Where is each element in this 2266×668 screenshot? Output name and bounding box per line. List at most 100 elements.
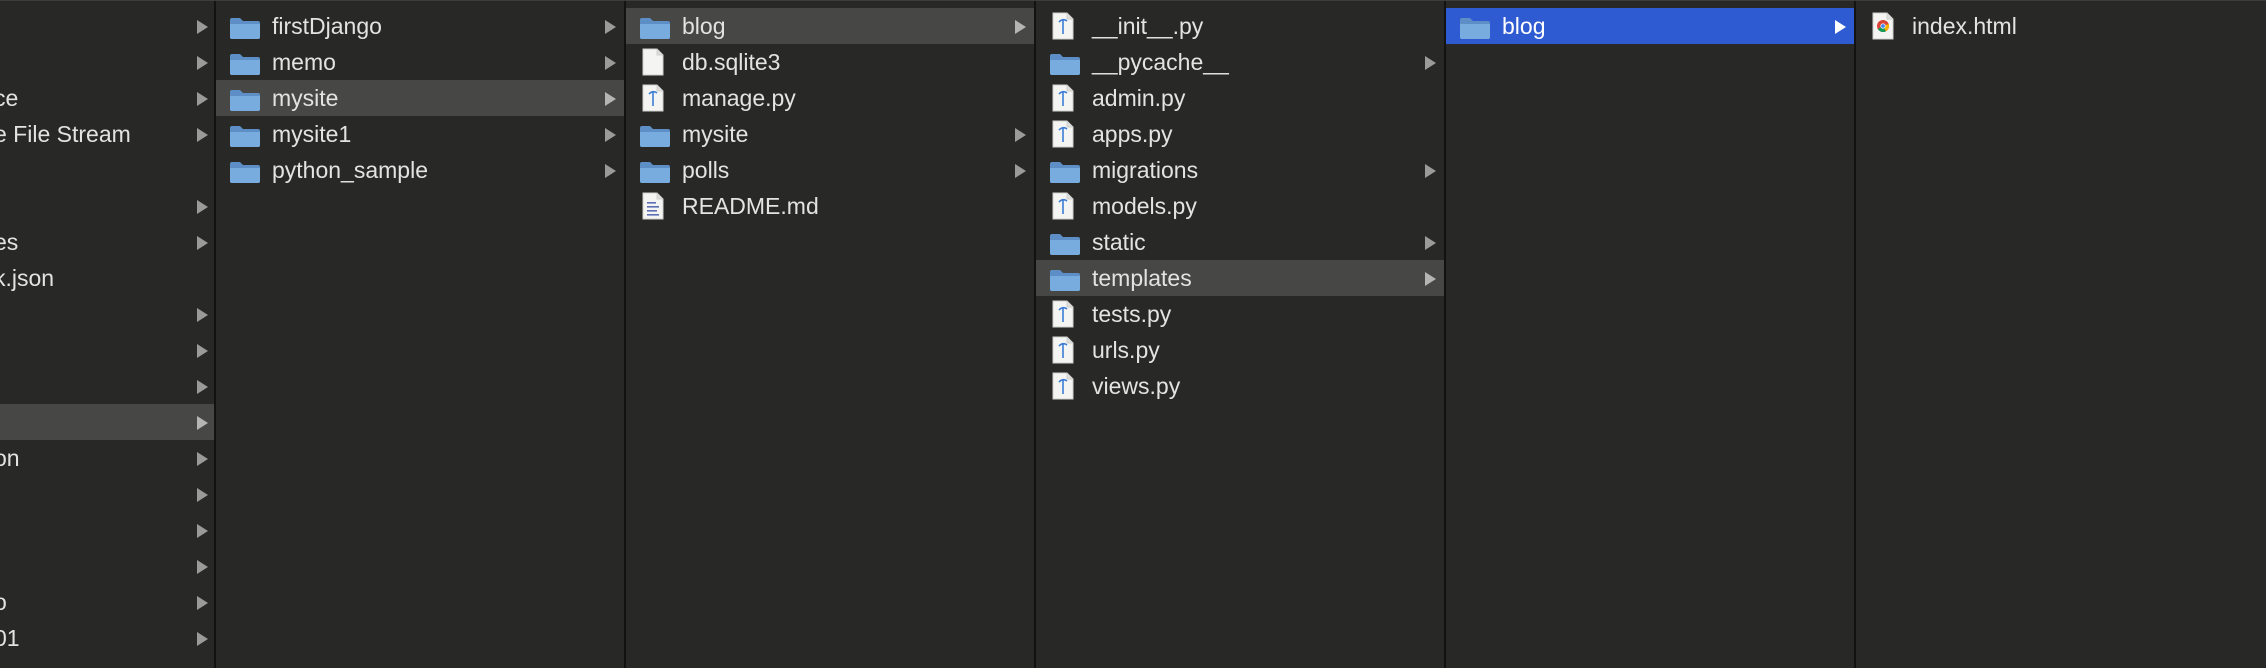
folder-icon — [1048, 266, 1082, 291]
column-parent-cutoff[interactable]: ce e File Stream es k.json on o 01 — [0, 1, 216, 668]
column-templates[interactable]: blog — [1446, 1, 1856, 668]
list-item-migrations[interactable]: migrations — [1036, 152, 1444, 188]
item-label: migrations — [1092, 157, 1199, 183]
list-item-mysite[interactable]: mysite — [626, 116, 1034, 152]
disclosure-arrow-icon — [1425, 164, 1436, 178]
folder-icon — [638, 158, 672, 183]
item-label: static — [1092, 229, 1146, 255]
disclosure-arrow-icon — [197, 236, 208, 250]
disclosure-arrow-icon — [1425, 272, 1436, 286]
list-item[interactable] — [0, 368, 214, 404]
item-label: templates — [1092, 265, 1192, 291]
disclosure-arrow-icon — [197, 128, 208, 142]
column-projects[interactable]: firstDjango memo mysite mysite1 python_sampl… — [216, 1, 626, 668]
disclosure-arrow-icon — [197, 452, 208, 466]
folder-icon — [1458, 14, 1492, 39]
disclosure-arrow-icon — [197, 308, 208, 322]
item-label: tests.py — [1092, 301, 1172, 327]
list-item-apps-py[interactable]: apps.py — [1036, 116, 1444, 152]
folder-icon — [228, 86, 262, 111]
disclosure-arrow-icon — [197, 200, 208, 214]
disclosure-arrow-icon — [1425, 236, 1436, 250]
list-item-init-py[interactable]: __init__.py — [1036, 8, 1444, 44]
item-label: memo — [272, 49, 336, 75]
list-item-db-sqlite3[interactable]: db.sqlite3 — [626, 44, 1034, 80]
item-label: models.py — [1092, 193, 1197, 219]
list-item[interactable] — [0, 44, 214, 80]
list-item[interactable] — [0, 404, 214, 440]
list-item-polls[interactable]: polls — [626, 152, 1034, 188]
disclosure-arrow-icon — [1835, 20, 1846, 34]
list-item[interactable] — [0, 476, 214, 512]
list-item-blog[interactable]: blog — [1446, 8, 1854, 44]
finder-column-browser: ce e File Stream es k.json on o 01 firstDjango… — [0, 0, 2266, 668]
item-label: polls — [682, 157, 730, 183]
disclosure-arrow-icon — [605, 92, 616, 106]
list-item-o[interactable]: o — [0, 584, 214, 620]
disclosure-arrow-icon — [605, 128, 616, 142]
disclosure-arrow-icon — [1425, 56, 1436, 70]
item-label: __init__.py — [1092, 13, 1204, 39]
item-label: e File Stream — [0, 121, 131, 147]
list-item-views-py[interactable]: views.py — [1036, 368, 1444, 404]
list-item-pycache[interactable]: __pycache__ — [1036, 44, 1444, 80]
list-item-index-html[interactable]: index.html — [1856, 8, 2266, 44]
list-item-static[interactable]: static — [1036, 224, 1444, 260]
list-item-blog[interactable]: blog — [626, 8, 1034, 44]
list-item-python-sample[interactable]: python_sample — [216, 152, 624, 188]
column-blog-app[interactable]: __init__.py __pycache__ admin.py apps.py mig… — [1036, 1, 1446, 668]
folder-icon — [228, 50, 262, 75]
python-file-icon — [1052, 336, 1074, 364]
list-item-memo[interactable]: memo — [216, 44, 624, 80]
text-file-icon — [642, 192, 664, 220]
list-item-urls-py[interactable]: urls.py — [1036, 332, 1444, 368]
list-item-on[interactable]: on — [0, 440, 214, 476]
list-item-readme-md[interactable]: README.md — [626, 188, 1034, 224]
list-item-manage-py[interactable]: manage.py — [626, 80, 1034, 116]
list-item-es[interactable]: es — [0, 224, 214, 260]
chrome-html-file-icon — [1872, 12, 1894, 40]
list-item[interactable] — [0, 188, 214, 224]
disclosure-arrow-icon — [197, 56, 208, 70]
item-label: admin.py — [1092, 85, 1186, 111]
blank-file-icon — [642, 48, 664, 76]
list-item-tests-py[interactable]: tests.py — [1036, 296, 1444, 332]
list-item[interactable] — [0, 548, 214, 584]
item-label: python_sample — [272, 157, 428, 183]
list-item-templates[interactable]: templates — [1036, 260, 1444, 296]
item-label: views.py — [1092, 373, 1181, 399]
disclosure-arrow-icon — [197, 596, 208, 610]
list-item[interactable] — [0, 296, 214, 332]
list-item-mysite1[interactable]: mysite1 — [216, 116, 624, 152]
item-label: blog — [1502, 13, 1546, 39]
item-label: firstDjango — [272, 13, 382, 39]
python-file-icon — [1052, 120, 1074, 148]
list-item[interactable] — [0, 512, 214, 548]
list-item[interactable] — [0, 152, 214, 188]
list-item[interactable] — [0, 332, 214, 368]
list-item-models-py[interactable]: models.py — [1036, 188, 1444, 224]
item-label: apps.py — [1092, 121, 1173, 147]
item-label: 01 — [0, 625, 20, 651]
item-label: o — [0, 584, 7, 620]
list-item-admin-py[interactable]: admin.py — [1036, 80, 1444, 116]
folder-icon — [228, 122, 262, 147]
disclosure-arrow-icon — [197, 560, 208, 574]
list-item-firstdjango[interactable]: firstDjango — [216, 8, 624, 44]
folder-icon — [228, 158, 262, 183]
list-item-k-json[interactable]: k.json — [0, 260, 214, 296]
list-item-e-file-stream[interactable]: e File Stream — [0, 116, 214, 152]
list-item-ce[interactable]: ce — [0, 80, 214, 116]
column-templates-blog[interactable]: index.html — [1856, 1, 2266, 668]
python-file-icon — [1052, 300, 1074, 328]
list-item[interactable] — [0, 656, 214, 668]
disclosure-arrow-icon — [197, 632, 208, 646]
disclosure-arrow-icon — [605, 56, 616, 70]
list-item-mysite[interactable]: mysite — [216, 80, 624, 116]
disclosure-arrow-icon — [197, 488, 208, 502]
list-item[interactable] — [0, 8, 214, 44]
disclosure-arrow-icon — [197, 92, 208, 106]
disclosure-arrow-icon — [197, 20, 208, 34]
list-item-01[interactable]: 01 — [0, 620, 214, 656]
column-mysite[interactable]: blog db.sqlite3 manage.py mysite polls README… — [626, 1, 1036, 668]
